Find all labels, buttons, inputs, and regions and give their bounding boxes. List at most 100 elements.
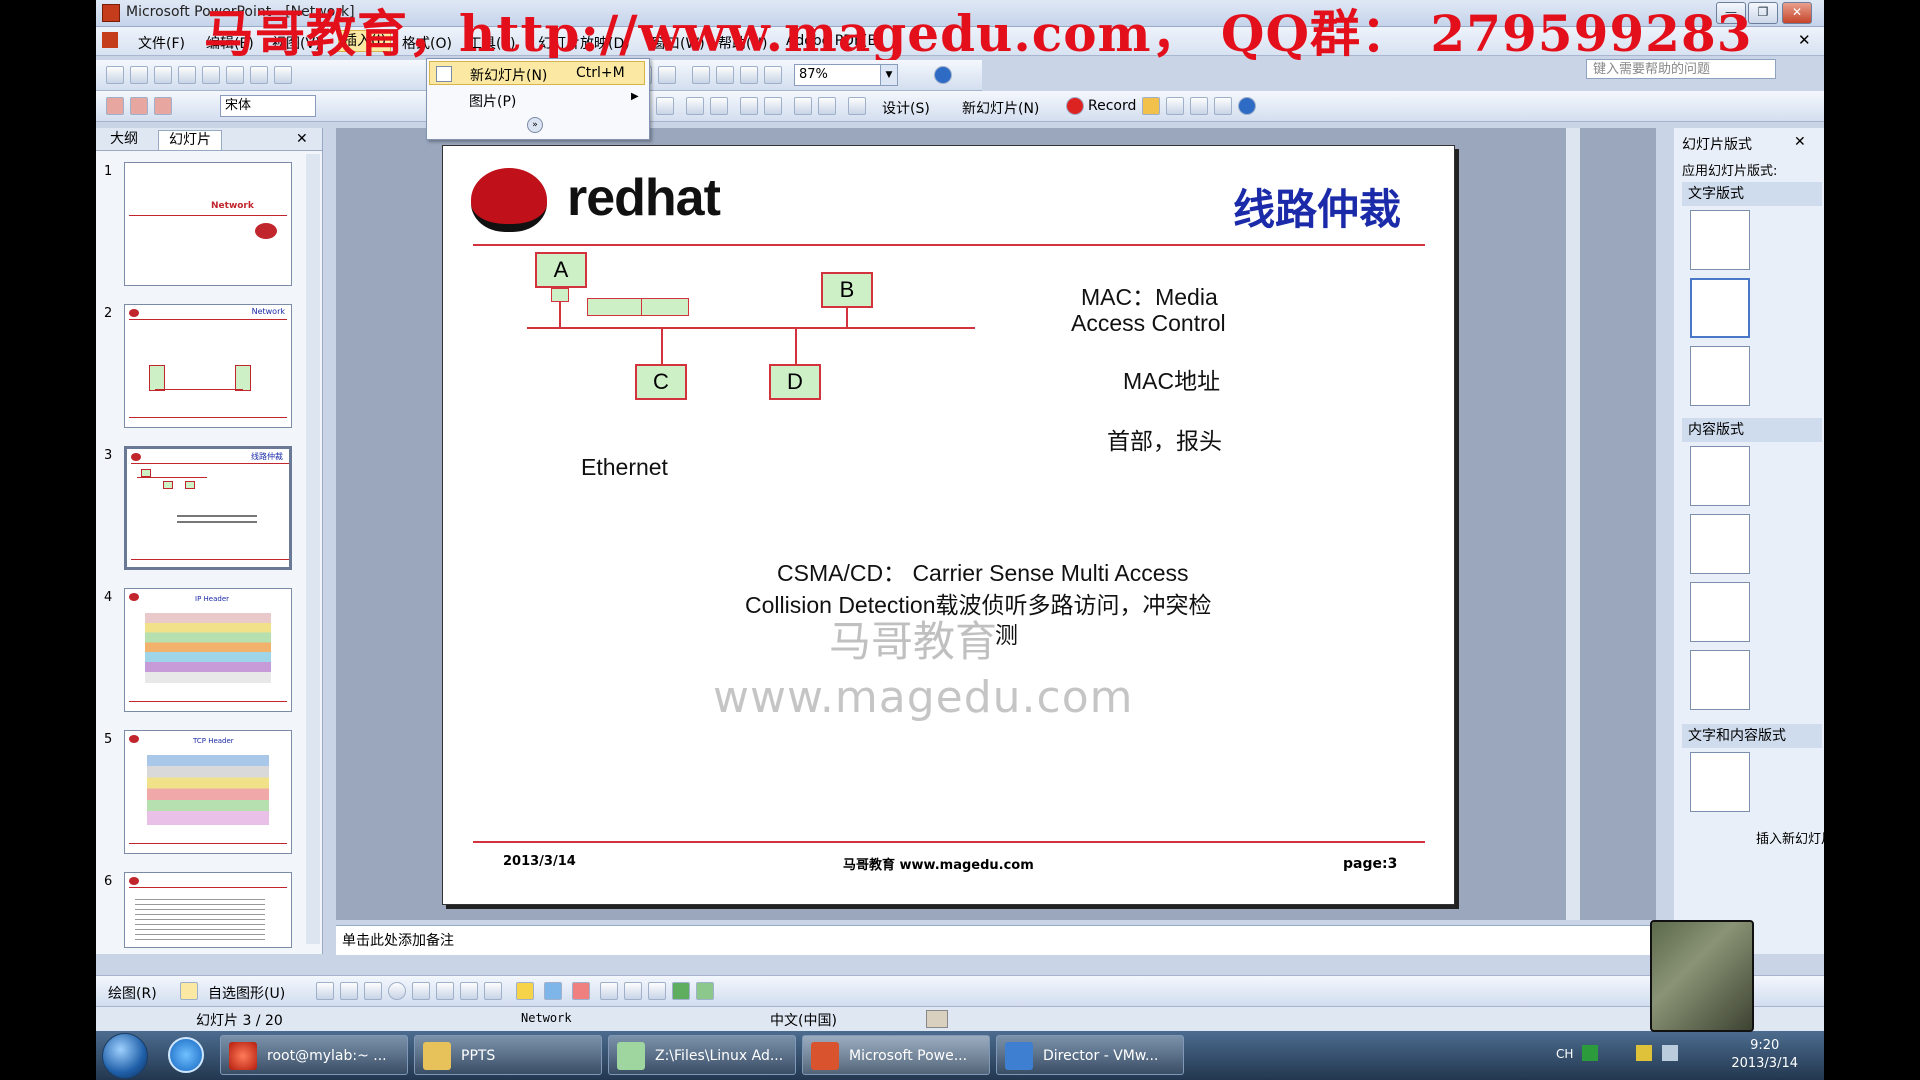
font-color-icon[interactable] xyxy=(848,97,866,115)
menu-item-picture[interactable]: 图片(P) xyxy=(469,91,516,111)
increase-font-icon[interactable] xyxy=(740,97,758,115)
layout-vertical[interactable] xyxy=(1690,346,1750,406)
show-formatting-icon[interactable] xyxy=(716,66,734,84)
notes-pane[interactable]: 单击此处添加备注 xyxy=(336,925,1654,955)
draw-menu-button[interactable]: 绘图(R) xyxy=(108,983,157,1003)
show-grid-icon[interactable] xyxy=(740,66,758,84)
zoom-select[interactable]: 87% ▼ xyxy=(794,64,898,86)
close-button[interactable]: ✕ xyxy=(1782,2,1812,24)
toolbar-icon-4[interactable] xyxy=(1166,97,1184,115)
help-icon[interactable] xyxy=(934,66,952,84)
justify-icon[interactable] xyxy=(656,97,674,115)
color-grayscale-icon[interactable] xyxy=(764,66,782,84)
clipart-icon[interactable] xyxy=(460,982,478,1000)
task-powerpoint[interactable]: Microsoft Powe... xyxy=(802,1035,990,1075)
arrow-icon[interactable] xyxy=(340,982,358,1000)
toolbar-icon-1[interactable] xyxy=(106,97,124,115)
toolbar-icon-6[interactable] xyxy=(1214,97,1232,115)
layout-title[interactable] xyxy=(1690,210,1750,270)
toolbar-icon-3[interactable] xyxy=(154,97,172,115)
expand-menu-icon[interactable]: » xyxy=(527,117,543,133)
help-icon-2[interactable] xyxy=(1238,97,1256,115)
expand-icon[interactable] xyxy=(692,66,710,84)
shadow-icon[interactable] xyxy=(672,982,690,1000)
system-clock[interactable]: 9:20 2013/3/14 xyxy=(1731,1037,1798,1073)
pane-close-icon[interactable]: ✕ xyxy=(1794,134,1806,150)
chevron-down-icon[interactable]: ▼ xyxy=(880,65,897,85)
dash-style-icon[interactable] xyxy=(624,982,642,1000)
task-folder[interactable]: PPTS xyxy=(414,1035,602,1075)
thumb-shape xyxy=(149,365,165,391)
start-button[interactable] xyxy=(102,1033,148,1079)
slide-thumbnail-1[interactable]: Network xyxy=(124,162,292,286)
bullets-icon[interactable] xyxy=(710,97,728,115)
oval-icon[interactable] xyxy=(388,982,406,1000)
slide-canvas[interactable]: redhat 线路仲裁 A B C D Ethernet MAC：Media A… xyxy=(442,145,1455,905)
print-preview-icon[interactable] xyxy=(250,66,268,84)
layout-title-text[interactable] xyxy=(1690,278,1750,338)
input-language[interactable]: CH xyxy=(1556,1047,1573,1061)
tab-slides[interactable]: 幻灯片 xyxy=(158,130,222,150)
autoshapes-button[interactable]: 自选图形(U) xyxy=(208,983,285,1003)
layout-content-2[interactable] xyxy=(1690,582,1750,642)
record-button[interactable]: Record xyxy=(1088,98,1136,114)
record-icon[interactable] xyxy=(1066,97,1084,115)
task-director[interactable]: Director - VMw... xyxy=(996,1035,1184,1075)
task-editor[interactable]: Z:\Files\Linux Ad... xyxy=(608,1035,796,1075)
font-color-icon-2[interactable] xyxy=(572,982,590,1000)
wordart-icon[interactable] xyxy=(436,982,454,1000)
email-icon[interactable] xyxy=(202,66,220,84)
doc-icon[interactable] xyxy=(102,32,118,48)
3d-icon[interactable] xyxy=(696,982,714,1000)
internet-explorer-icon[interactable] xyxy=(168,1037,204,1073)
tray-icon[interactable] xyxy=(1636,1045,1652,1061)
textbox-icon[interactable] xyxy=(412,982,430,1000)
decrease-font-icon[interactable] xyxy=(764,97,782,115)
line-icon[interactable] xyxy=(316,982,334,1000)
print-icon[interactable] xyxy=(226,66,244,84)
fill-color-icon[interactable] xyxy=(516,982,534,1000)
slide-scrollbar[interactable] xyxy=(1566,128,1580,920)
spelling-status-icon[interactable] xyxy=(926,1010,948,1028)
ime-icon[interactable] xyxy=(1582,1045,1598,1061)
picture-icon[interactable] xyxy=(484,982,502,1000)
numbering-icon[interactable] xyxy=(686,97,704,115)
select-objects-icon[interactable] xyxy=(180,982,198,1000)
font-select[interactable]: 宋体 xyxy=(220,95,316,117)
toolbar-icon-2[interactable] xyxy=(130,97,148,115)
permission-icon[interactable] xyxy=(178,66,196,84)
network-icon[interactable] xyxy=(1662,1045,1678,1061)
close-doc-icon[interactable]: ✕ xyxy=(1798,31,1811,49)
design-button[interactable]: 设计(S) xyxy=(882,98,930,118)
slide-thumbnail-4[interactable]: IP Header xyxy=(124,588,292,712)
layout-content[interactable] xyxy=(1690,514,1750,574)
line-color-icon[interactable] xyxy=(544,982,562,1000)
menu-item-new-slide[interactable]: 新幻灯片(N) Ctrl+M xyxy=(429,61,645,85)
layout-blank[interactable] xyxy=(1690,446,1750,506)
slide-thumbnail-3[interactable]: 线路仲裁 xyxy=(124,446,292,570)
open-icon[interactable] xyxy=(130,66,148,84)
thumbnail-scrollbar[interactable] xyxy=(306,154,320,944)
task-terminal[interactable]: root@mylab:~ ... xyxy=(220,1035,408,1075)
new-doc-icon[interactable] xyxy=(106,66,124,84)
rectangle-icon[interactable] xyxy=(364,982,382,1000)
arrow-style-icon[interactable] xyxy=(648,982,666,1000)
layout-content-4[interactable] xyxy=(1690,650,1750,710)
slide-thumbnail-5[interactable]: TCP Header xyxy=(124,730,292,854)
toolbar-icon-5[interactable] xyxy=(1190,97,1208,115)
spelling-icon[interactable] xyxy=(274,66,292,84)
pen-icon[interactable] xyxy=(1142,97,1160,115)
decrease-indent-icon[interactable] xyxy=(794,97,812,115)
layout-text-content[interactable] xyxy=(1690,752,1750,812)
show-on-insert-label[interactable]: 插入新幻灯片时放映 xyxy=(1756,828,1824,847)
close-panel-icon[interactable]: ✕ xyxy=(296,130,308,149)
slide-thumbnail-2[interactable]: Network xyxy=(124,304,292,428)
new-slide-button[interactable]: 新幻灯片(N) xyxy=(962,98,1039,118)
tab-outline[interactable]: 大纲 xyxy=(100,130,148,149)
increase-indent-icon[interactable] xyxy=(818,97,836,115)
menu-file[interactable]: 文件(F) xyxy=(138,33,185,53)
slide-thumbnail-6[interactable] xyxy=(124,872,292,948)
save-icon[interactable] xyxy=(154,66,172,84)
line-style-icon[interactable] xyxy=(600,982,618,1000)
insert-hyperlink-icon[interactable] xyxy=(658,66,676,84)
